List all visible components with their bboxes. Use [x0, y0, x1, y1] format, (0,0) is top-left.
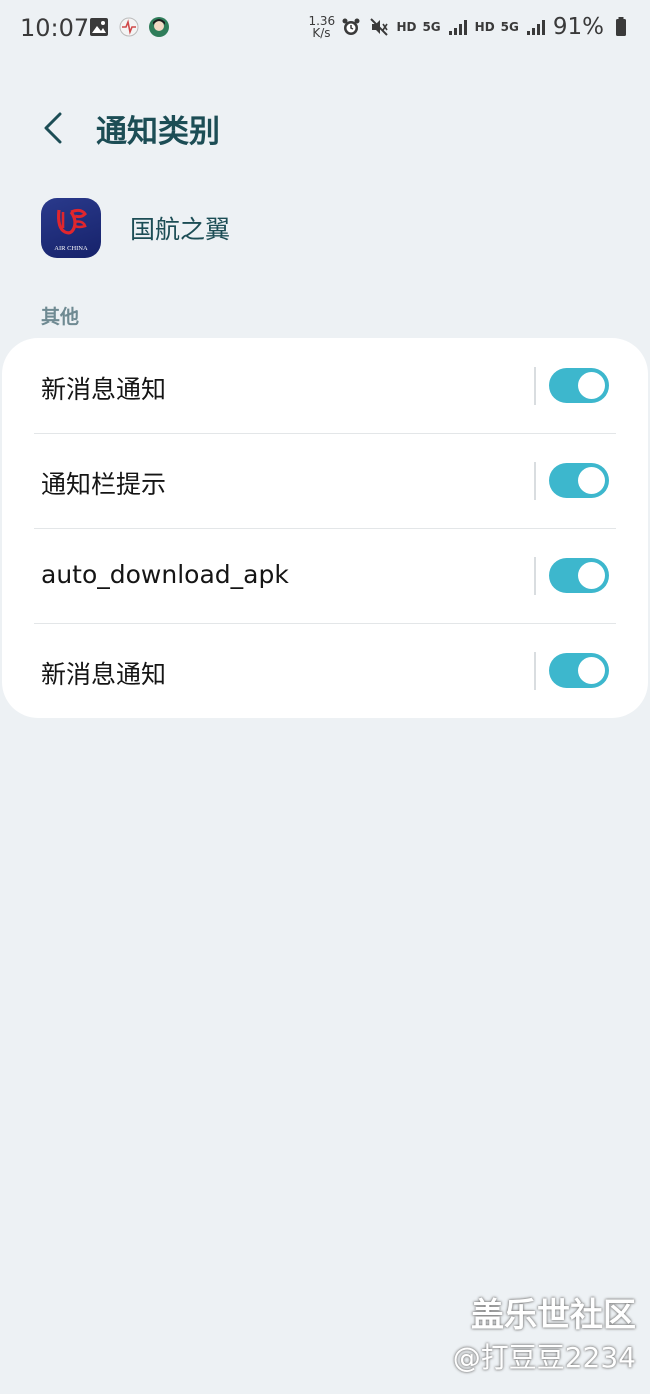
hd-label-1: HD [396, 20, 417, 34]
status-left-icons [88, 16, 170, 38]
network-label-1: 5G [422, 20, 441, 34]
header: 通知类别 [0, 100, 650, 160]
toggle-switch[interactable] [549, 368, 609, 403]
section-label: 其他 [41, 306, 80, 328]
battery-icon [610, 16, 632, 38]
toggle-switch[interactable] [549, 463, 609, 498]
network-speed-unit: K/s [312, 26, 331, 40]
image-icon [88, 16, 110, 38]
setting-label: 新消息通知 [41, 660, 167, 689]
network-label-2: 5G [500, 20, 519, 34]
setting-row[interactable]: 通知栏提示 [2, 433, 648, 528]
alarm-icon [340, 16, 362, 38]
divider-vertical [534, 462, 536, 500]
signal-icon [525, 16, 547, 38]
app-icon-caption: AIR CHINA [54, 245, 88, 252]
watermark-author: @打豆豆2234 [452, 1341, 636, 1374]
back-button[interactable] [36, 108, 70, 148]
page-title: 通知类别 [96, 114, 220, 150]
status-right-icons: 1.36 K/s HD 5G HD 5G 91% [308, 14, 632, 40]
toggle-knob [578, 467, 605, 494]
setting-label: auto_download_apk [41, 560, 289, 589]
status-time: 10:07 [20, 14, 90, 42]
setting-row[interactable]: auto_download_apk [2, 528, 648, 623]
toggle-knob [578, 372, 605, 399]
hd-label-2: HD [474, 20, 495, 34]
network-speed: 1.36 K/s [308, 15, 335, 40]
toggle-switch[interactable] [549, 653, 609, 688]
divider-vertical [534, 367, 536, 405]
app-name: 国航之翼 [130, 215, 231, 244]
app-icon: AIR CHINA [41, 198, 101, 258]
avatar-icon [148, 16, 170, 38]
divider-vertical [534, 557, 536, 595]
watermark-title: 盖乐世社区 [471, 1295, 636, 1334]
air-china-logo-icon: AIR CHINA [54, 208, 88, 252]
toggle-knob [578, 657, 605, 684]
divider-vertical [534, 652, 536, 690]
app-notification-icon [118, 16, 140, 38]
toggle-knob [578, 562, 605, 589]
setting-row[interactable]: 新消息通知 [2, 623, 648, 718]
settings-card: 新消息通知 通知栏提示 auto_download_apk 新消息通知 [2, 338, 648, 718]
battery-percent: 91% [552, 14, 604, 40]
status-bar: 10:07 1.36 K/s HD 5G HD 5G 91% [0, 0, 650, 58]
signal-icon [447, 16, 469, 38]
setting-label: 新消息通知 [41, 375, 167, 404]
setting-label: 通知栏提示 [41, 470, 167, 499]
toggle-switch[interactable] [549, 558, 609, 593]
setting-row[interactable]: 新消息通知 [2, 338, 648, 433]
mute-icon [368, 16, 390, 38]
chevron-left-icon [44, 112, 62, 144]
